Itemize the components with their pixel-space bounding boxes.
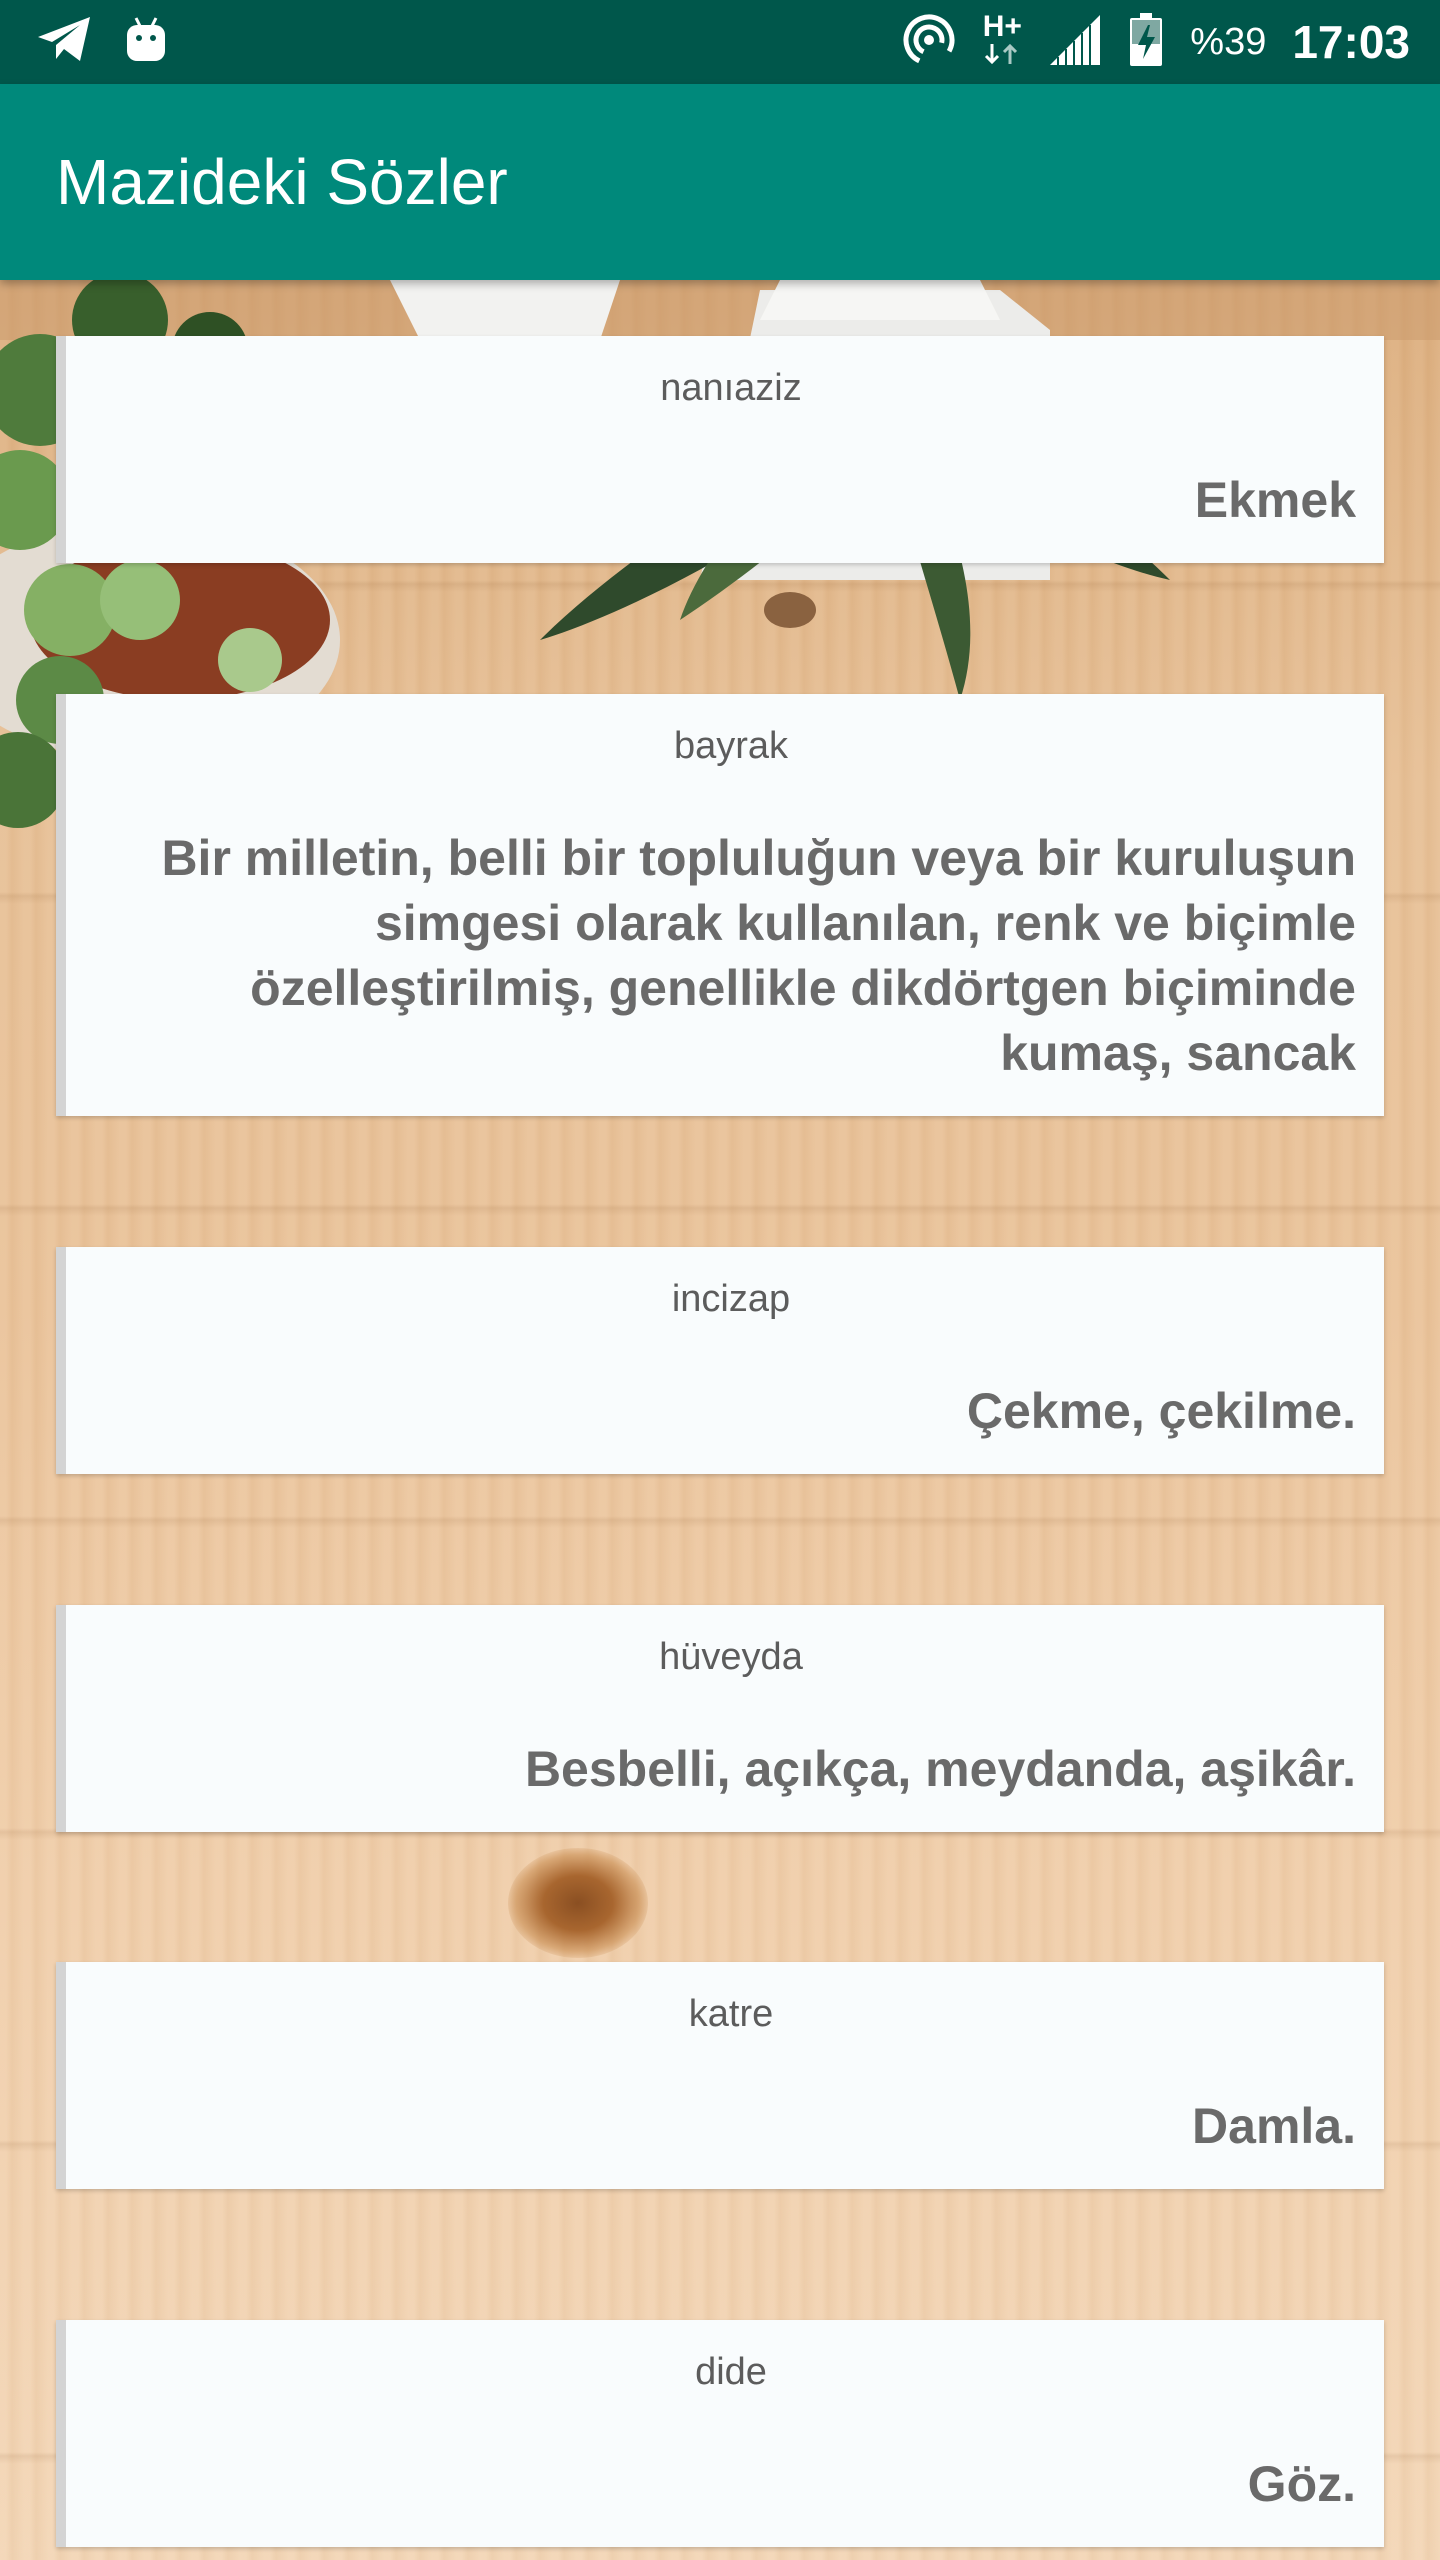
battery-percent: %39 xyxy=(1190,20,1267,63)
content-area[interactable]: nanıaziz Ekmek bayrak Bir milletin, bell… xyxy=(0,280,1440,2560)
word-meaning: Ekmek xyxy=(1194,471,1356,528)
word-title: nanıaziz xyxy=(660,367,802,409)
word-card[interactable]: nanıaziz Ekmek xyxy=(56,336,1384,563)
word-card[interactable]: katre Damla. xyxy=(56,1962,1384,2189)
word-card[interactable]: hüveyda Besbelli, açıkça, meydanda, aşik… xyxy=(56,1605,1384,1832)
word-meaning: Bir milletin, belli bir topluluğun veya … xyxy=(161,829,1356,1081)
background-wood-knot xyxy=(508,1848,648,1958)
telegram-icon xyxy=(36,15,94,70)
signal-icon xyxy=(1048,13,1102,72)
app-title: Mazideki Sözler xyxy=(56,146,508,218)
word-title: dide xyxy=(695,2351,767,2393)
network-h-plus-icon: H+ xyxy=(982,12,1022,72)
word-card[interactable]: incizap Çekme, çekilme. xyxy=(56,1247,1384,1474)
word-meaning: Çekme, çekilme. xyxy=(966,1382,1356,1439)
network-label: H+ xyxy=(982,10,1022,43)
battery-charging-icon xyxy=(1128,12,1164,72)
word-title: katre xyxy=(688,1993,774,2035)
status-bar: H+ %39 17:03 xyxy=(0,0,1440,84)
hotspot-icon xyxy=(902,13,956,72)
status-time: 17:03 xyxy=(1292,16,1410,68)
word-meaning: Besbelli, açıkça, meydanda, aşikâr. xyxy=(524,1740,1356,1797)
word-card[interactable]: dide Göz. xyxy=(56,2320,1384,2547)
word-meaning: Damla. xyxy=(1192,2097,1356,2154)
app-bar: Mazideki Sözler xyxy=(0,84,1440,280)
android-icon xyxy=(124,16,168,69)
status-right-group: H+ %39 17:03 xyxy=(876,12,1410,72)
word-meaning: Göz. xyxy=(1247,2455,1356,2512)
word-card[interactable]: bayrak Bir milletin, belli bir topluluğu… xyxy=(56,694,1384,1116)
word-title: bayrak xyxy=(673,725,789,767)
status-left-group xyxy=(36,15,198,70)
word-title: incizap xyxy=(671,1278,791,1320)
word-title: hüveyda xyxy=(659,1636,803,1678)
